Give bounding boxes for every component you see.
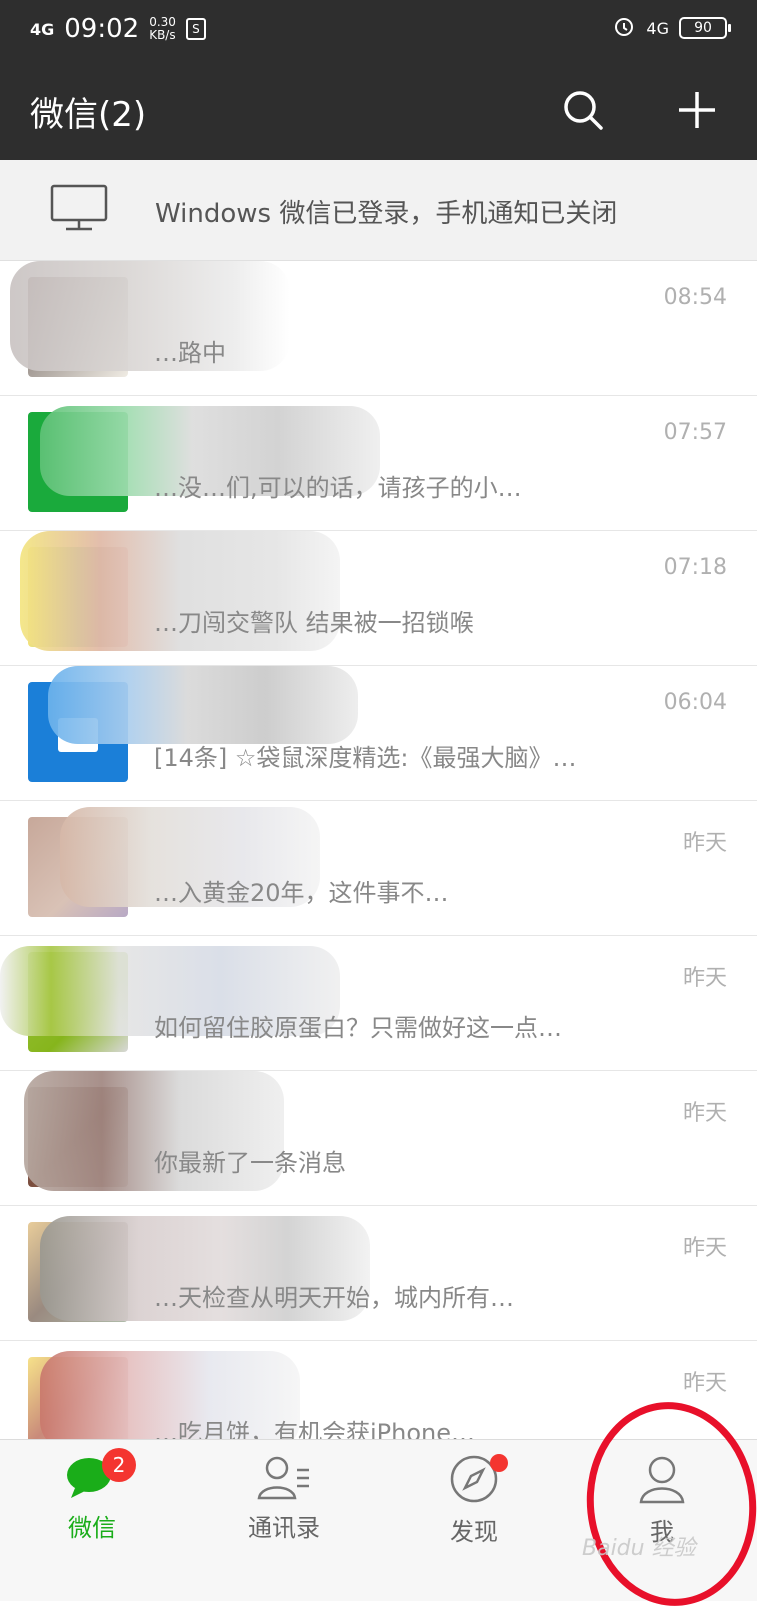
tab-label: 通讯录 (248, 1514, 320, 1542)
chat-row[interactable]: 07:57 …没…们,可以的话，请孩子的小… (0, 396, 757, 531)
chat-list[interactable]: 08:54 …路中 07:57 …没…们,可以的话，请孩子的小… 07:18 …… (0, 261, 757, 1439)
search-icon[interactable] (557, 84, 609, 136)
plus-icon[interactable] (671, 84, 723, 136)
baidu-watermark: Baidu 经验 (582, 1536, 696, 1561)
status-bar: 4G 09:02 0.30 KB/s S 4G 90 (0, 0, 757, 60)
battery-icon: 90 (679, 17, 731, 39)
chat-preview: …吃月饼，有机会获iPhone… (154, 1419, 476, 1439)
chat-preview: …天检查从明天开始，城内所有… (154, 1284, 514, 1312)
monitor-icon (50, 184, 108, 236)
chat-row[interactable]: 06:04 [14条] ☆袋鼠深度精选:《最强大脑》… (0, 666, 757, 801)
chat-time: 08:54 (663, 285, 727, 310)
chat-preview: …刀闯交警队 结果被一招锁喉 (154, 609, 474, 637)
chat-preview: 你最新了一条消息 (154, 1149, 346, 1177)
chat-row[interactable]: 昨天 …天检查从明天开始，城内所有… (0, 1206, 757, 1341)
tab-wechat[interactable]: 2 微信 (32, 1448, 152, 1543)
chat-row[interactable]: 昨天 …吃月饼，有机会获iPhone… (0, 1341, 757, 1439)
chat-preview: …没…们,可以的话，请孩子的小… (154, 474, 522, 502)
header-actions (557, 84, 723, 136)
signal-indicator: 4G (30, 19, 55, 39)
tab-label: 发现 (450, 1518, 498, 1546)
chat-time: 昨天 (682, 1101, 727, 1126)
chat-preview: …路中 (154, 339, 226, 367)
chat-row[interactable]: 昨天 你最新了一条消息 (0, 1071, 757, 1206)
chat-row[interactable]: 昨天 …入黄金20年，这件事不… (0, 801, 757, 936)
chat-time: 07:18 (663, 555, 727, 580)
status-right: 4G 90 (612, 14, 731, 42)
chat-time: 昨天 (682, 966, 727, 991)
status-left: 4G 09:02 0.30 KB/s S (30, 14, 206, 44)
screenshot-icon: S (185, 18, 206, 40)
pixelated-name (48, 666, 358, 744)
chat-time: 07:57 (663, 420, 727, 445)
contacts-icon (257, 1454, 311, 1504)
chat-preview: 如何留住胶原蛋白？只需做好这一点… (154, 1014, 562, 1042)
clock: 09:02 (64, 14, 140, 44)
battery-level: 90 (694, 20, 712, 36)
tab-label: 微信 (68, 1514, 116, 1542)
chat-time: 昨天 (682, 831, 727, 856)
notice-text: Windows 微信已登录，手机通知已关闭 (155, 199, 618, 229)
page-title: 微信(2) (30, 95, 147, 135)
app-header: 微信(2) (0, 60, 757, 160)
tab-contacts[interactable]: 通讯录 (224, 1454, 344, 1543)
chat-time: 昨天 (682, 1236, 727, 1261)
new-content-dot (490, 1454, 508, 1472)
network-speed: 0.30 KB/s (149, 16, 176, 42)
bottom-tab-bar: 2 微信 通讯录 发现 我 (0, 1439, 757, 1601)
speed-unit: KB/s (149, 28, 176, 42)
desktop-login-notice[interactable]: Windows 微信已登录，手机通知已关闭 (0, 160, 757, 261)
alarm-icon (612, 14, 636, 42)
chat-preview: …入黄金20年，这件事不… (154, 879, 449, 907)
network-type: 4G (646, 18, 669, 38)
tab-discover[interactable]: 发现 (414, 1454, 534, 1547)
person-icon (637, 1454, 687, 1508)
chat-time: 06:04 (663, 690, 727, 715)
chat-preview: [14条] ☆袋鼠深度精选:《最强大脑》… (154, 744, 577, 772)
chat-row[interactable]: 07:18 …刀闯交警队 结果被一招锁喉 (0, 531, 757, 666)
chat-time: 昨天 (682, 1371, 727, 1396)
chat-row[interactable]: 昨天 如何留住胶原蛋白？只需做好这一点… (0, 936, 757, 1071)
chat-row[interactable]: 08:54 …路中 (0, 261, 757, 396)
unread-badge: 2 (102, 1448, 136, 1482)
